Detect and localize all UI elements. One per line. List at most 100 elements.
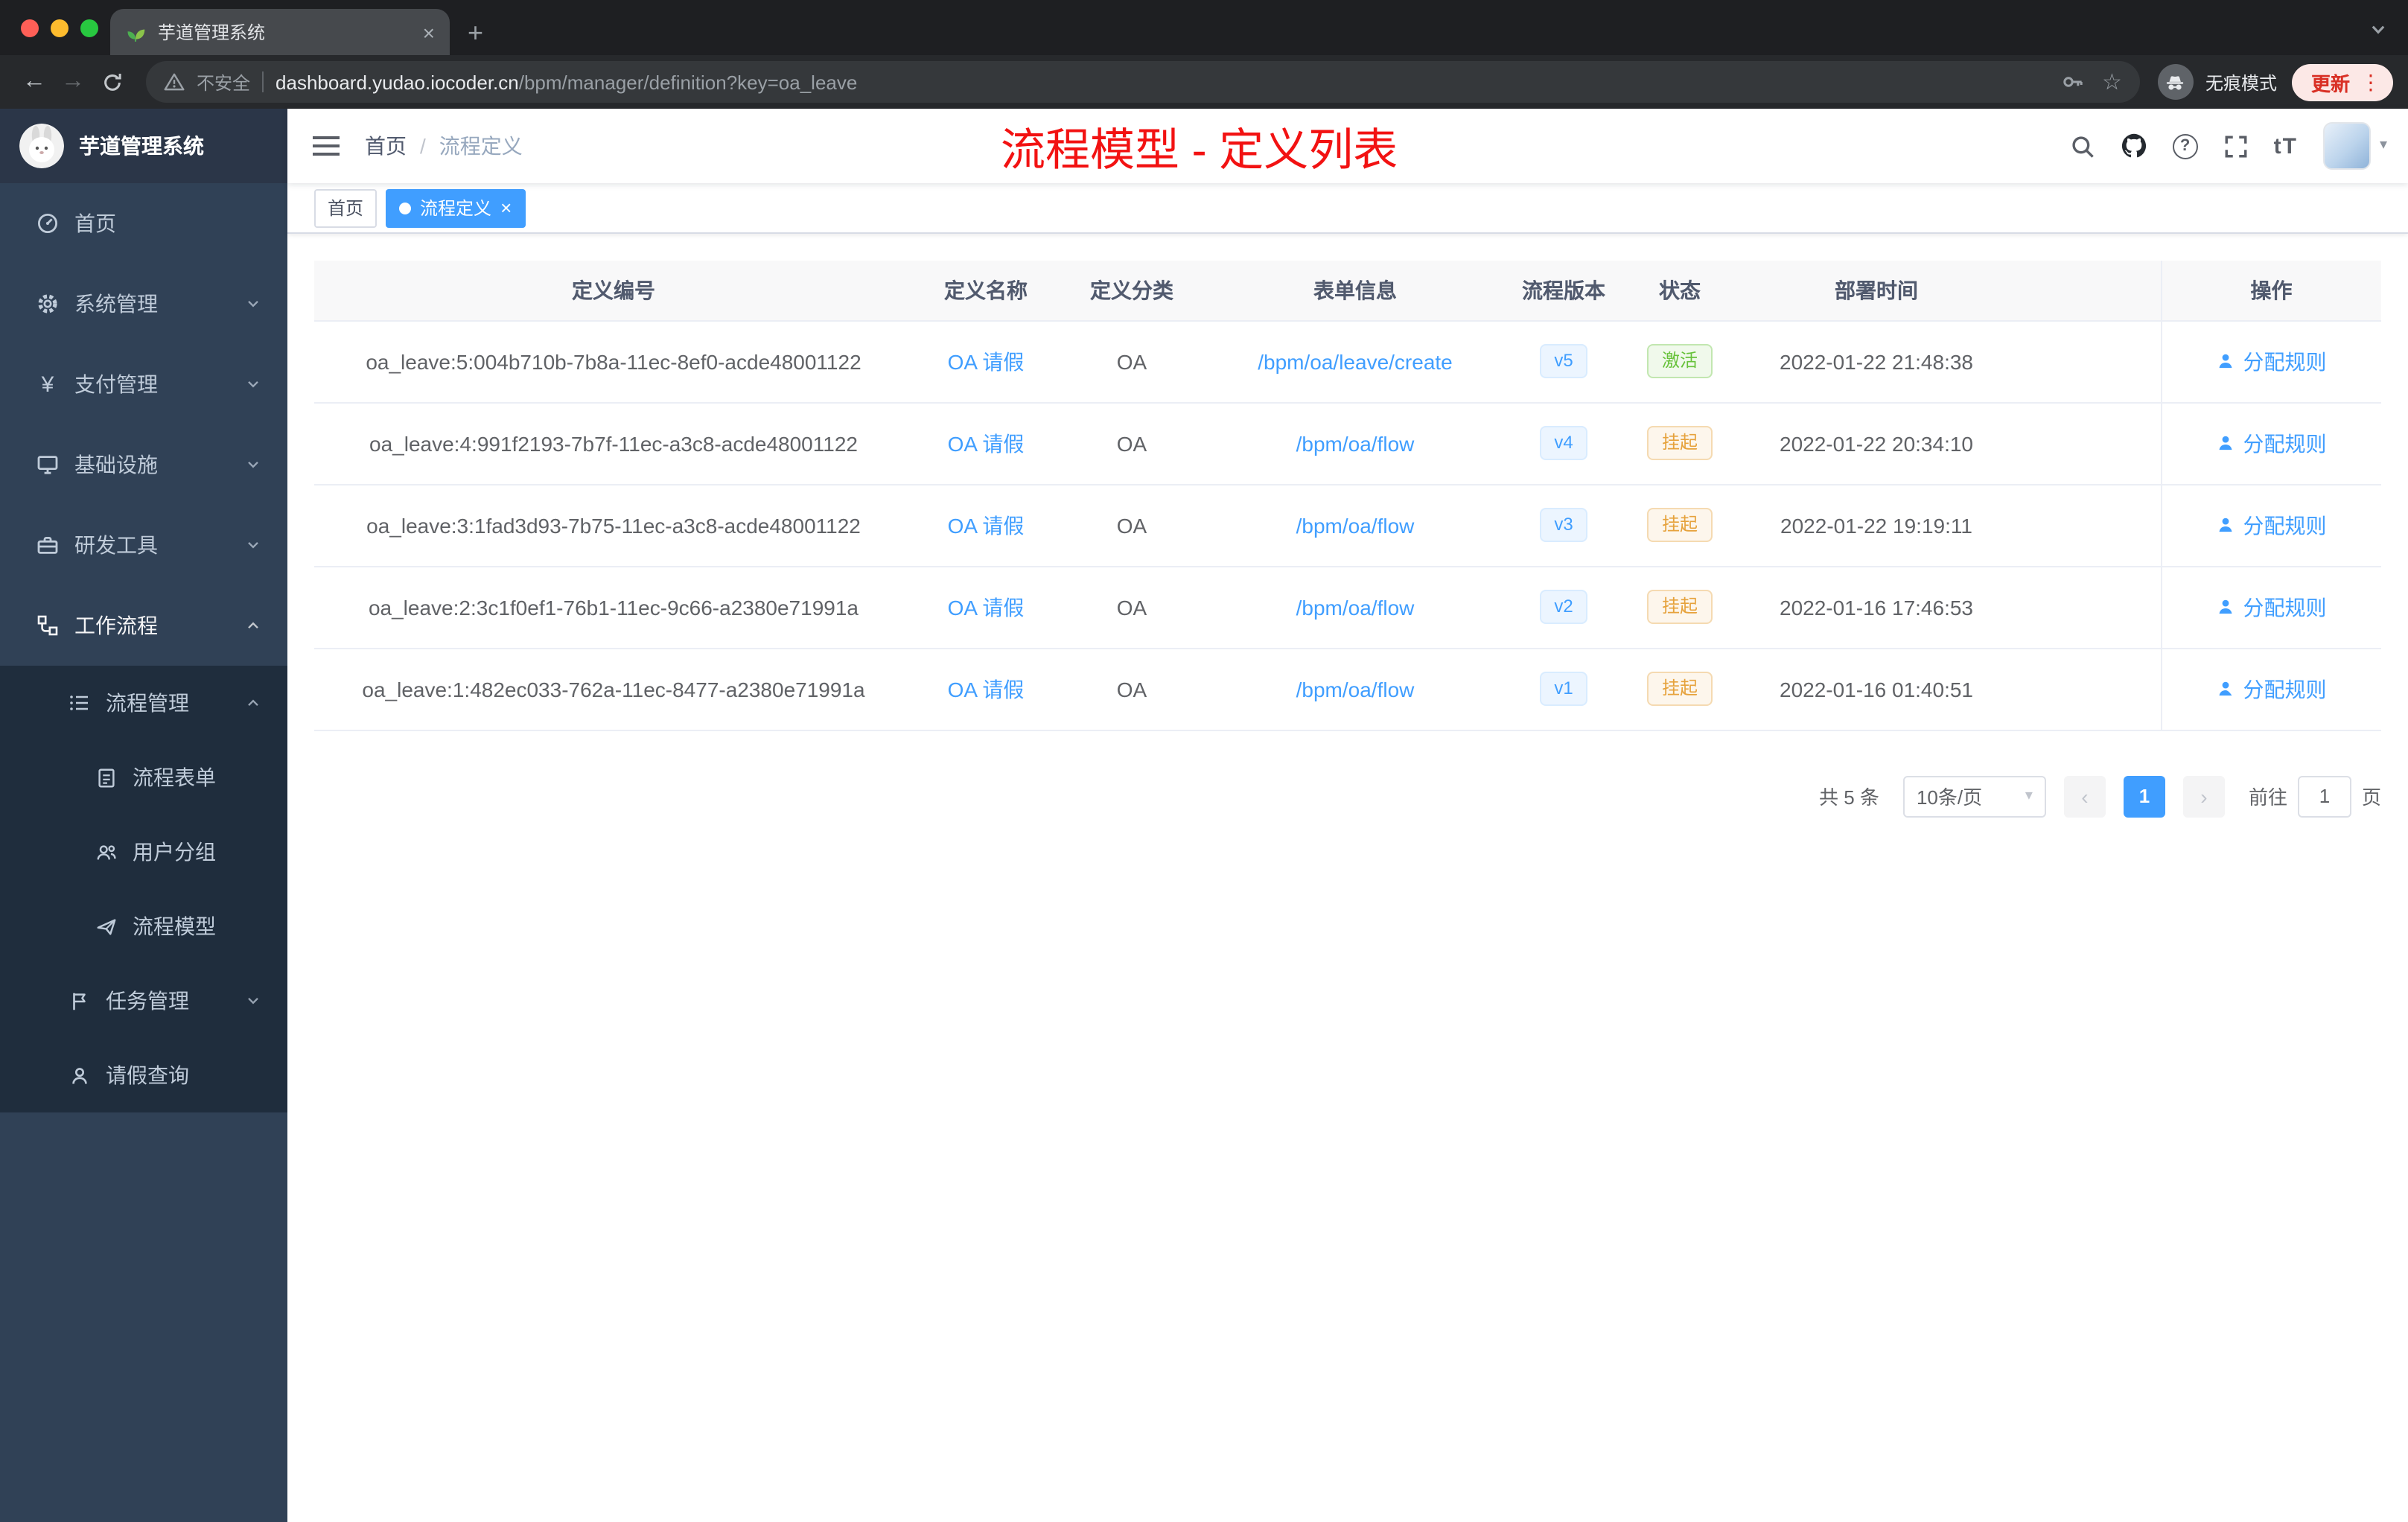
yen-icon: ¥ — [41, 372, 54, 397]
navbar-actions: ? tT ▾ — [2070, 122, 2408, 170]
sidebar-item-label: 用户分组 — [133, 840, 216, 864]
sidebar-item-label: 任务管理 — [106, 989, 189, 1013]
header-filler — [2015, 261, 2161, 321]
workflow-icon — [36, 614, 60, 637]
breadcrumb: 首页 / 流程定义 — [365, 131, 523, 161]
update-button[interactable]: 更新 ⋮ — [2291, 63, 2393, 101]
page-size-select[interactable]: 10条/页 ▾ — [1902, 775, 2046, 817]
filler-cell — [2015, 402, 2161, 485]
github-icon[interactable] — [2121, 133, 2147, 159]
assign-rule-link[interactable]: 分配规则 — [2217, 592, 2327, 622]
sidebar-item-home[interactable]: 首页 — [0, 183, 287, 264]
zoom-window-button[interactable] — [80, 19, 98, 37]
next-page-button[interactable]: › — [2182, 775, 2225, 817]
form-icon — [94, 765, 118, 789]
table-row: oa_leave:5:004b710b-7b8a-11ec-8ef0-acde4… — [314, 320, 2381, 403]
goto-label: 前往 — [2248, 786, 2287, 809]
address-bar[interactable]: 不安全 dashboard.yudao.iocoder.cn/bpm/manag… — [146, 61, 2140, 103]
caret-down-icon: ▾ — [2025, 787, 2033, 803]
window-controls — [21, 19, 98, 37]
filler-cell — [2015, 566, 2161, 649]
tab-search-icon[interactable] — [2369, 19, 2387, 46]
chevron-down-icon — [246, 296, 261, 311]
chevron-up-icon — [246, 618, 261, 633]
definition-id-cell: oa_leave:1:482ec033-762a-11ec-8477-a2380… — [314, 648, 913, 730]
header-deploy-time: 部署时间 — [1738, 261, 2015, 321]
header-status: 状态 — [1622, 261, 1738, 321]
not-secure-label[interactable]: 不安全 — [197, 69, 250, 95]
user-avatar[interactable]: ▾ — [2322, 122, 2387, 170]
version-badge: v2 — [1539, 590, 1588, 624]
form-info-link[interactable]: /bpm/oa/leave/create — [1258, 349, 1453, 373]
definition-table: 定义编号 定义名称 定义分类 表单信息 流程版本 状态 部署时间 操作 oa_l… — [314, 261, 2381, 730]
form-info-link[interactable]: /bpm/oa/flow — [1296, 677, 1415, 701]
fullscreen-icon[interactable] — [2223, 133, 2249, 159]
sidebar-item-leave-query[interactable]: 请假查询 — [0, 1038, 287, 1112]
update-label: 更新 — [2310, 72, 2350, 95]
sidebar-item-devtools[interactable]: 研发工具 — [0, 505, 287, 585]
forward-button[interactable]: → — [54, 63, 92, 101]
sidebar-item-process-form[interactable]: 流程表单 — [0, 740, 287, 815]
assign-rule-link[interactable]: 分配规则 — [2217, 510, 2327, 540]
new-tab-button[interactable]: + — [468, 19, 483, 46]
sidebar-item-process-model[interactable]: 流程模型 — [0, 889, 287, 964]
breadcrumb-home[interactable]: 首页 — [365, 131, 407, 161]
minimize-window-button[interactable] — [51, 19, 69, 37]
assign-rule-link[interactable]: 分配规则 — [2217, 346, 2327, 376]
url-path: /bpm/manager/definition?key=oa_leave — [518, 71, 858, 93]
page-number-button[interactable]: 1 — [2123, 775, 2165, 817]
tag-process-definition[interactable]: 流程定义 × — [386, 188, 526, 227]
app-root: 芋道管理系统 首页 系统管理 ¥ 支付管理 基础设施 研发工具 工作流程 流程管… — [0, 109, 2408, 1522]
tag-home[interactable]: 首页 — [314, 188, 378, 227]
goto-page-input[interactable] — [2297, 775, 2351, 817]
dashboard-icon — [36, 211, 60, 235]
main-area: 首页 / 流程定义 流程模型 - 定义列表 ? tT ▾ 首页 流程定义 × 定… — [287, 109, 2408, 1522]
assign-rule-link[interactable]: 分配规则 — [2217, 428, 2327, 458]
sidebar-item-payment[interactable]: ¥ 支付管理 — [0, 344, 287, 424]
sidebar-item-task-management[interactable]: 任务管理 — [0, 964, 287, 1038]
tag-label: 首页 — [328, 198, 364, 219]
sidebar-item-user-group[interactable]: 用户分组 — [0, 815, 287, 889]
help-icon[interactable]: ? — [2172, 133, 2198, 159]
table-header-row: 定义编号 定义名称 定义分类 表单信息 流程版本 状态 部署时间 操作 — [314, 261, 2381, 321]
definition-name-link[interactable]: OA 请假 — [948, 595, 1025, 619]
deploy-time-cell: 2022-01-16 01:40:51 — [1738, 648, 2015, 730]
assign-rule-link[interactable]: 分配规则 — [2217, 674, 2327, 704]
form-info-link[interactable]: /bpm/oa/flow — [1296, 595, 1415, 619]
definition-name-link[interactable]: OA 请假 — [948, 513, 1025, 537]
browser-tab[interactable]: 芋道管理系统 × — [110, 9, 450, 55]
form-info-link[interactable]: /bpm/oa/flow — [1296, 513, 1415, 537]
definition-id-cell: oa_leave:3:1fad3d93-7b75-11ec-a3c8-acde4… — [314, 484, 913, 567]
filler-cell — [2015, 484, 2161, 567]
bookmark-star-icon[interactable]: ☆ — [2102, 71, 2122, 93]
tab-close-icon[interactable]: × — [423, 22, 435, 42]
sidebar-item-workflow[interactable]: 工作流程 — [0, 585, 287, 666]
chevron-up-icon — [246, 695, 261, 710]
infrastructure-icon — [36, 453, 60, 477]
prev-page-button[interactable]: ‹ — [2063, 775, 2106, 817]
search-icon[interactable] — [2070, 133, 2095, 159]
incognito-label: 无痕模式 — [2205, 72, 2277, 93]
sidebar-item-infrastructure[interactable]: 基础设施 — [0, 424, 287, 505]
total-count-label: 共 5 条 — [1819, 786, 1879, 809]
header-definition-category: 定义分类 — [1059, 261, 1205, 321]
sidebar-logo[interactable]: 芋道管理系统 — [0, 109, 287, 183]
font-size-icon[interactable]: tT — [2274, 133, 2298, 159]
sidebar-item-label: 研发工具 — [74, 533, 158, 557]
definition-id-cell: oa_leave:5:004b710b-7b8a-11ec-8ef0-acde4… — [314, 320, 913, 403]
password-key-icon[interactable] — [2060, 70, 2084, 94]
definition-name-link[interactable]: OA 请假 — [948, 677, 1025, 701]
sidebar-item-system[interactable]: 系统管理 — [0, 264, 287, 344]
sidebar-item-process-management[interactable]: 流程管理 — [0, 666, 287, 740]
not-secure-warning-icon — [164, 71, 185, 92]
hamburger-icon[interactable] — [287, 134, 365, 158]
form-info-link[interactable]: /bpm/oa/flow — [1296, 431, 1415, 455]
back-button[interactable]: ← — [15, 63, 54, 101]
close-window-button[interactable] — [21, 19, 39, 37]
close-icon[interactable]: × — [500, 198, 512, 217]
deploy-time-cell: 2022-01-22 20:34:10 — [1738, 402, 2015, 485]
definition-name-link[interactable]: OA 请假 — [948, 431, 1025, 455]
reload-button[interactable] — [92, 63, 131, 101]
browser-menu-icon[interactable]: ⋮ — [2360, 71, 2381, 92]
definition-name-link[interactable]: OA 请假 — [948, 349, 1025, 373]
